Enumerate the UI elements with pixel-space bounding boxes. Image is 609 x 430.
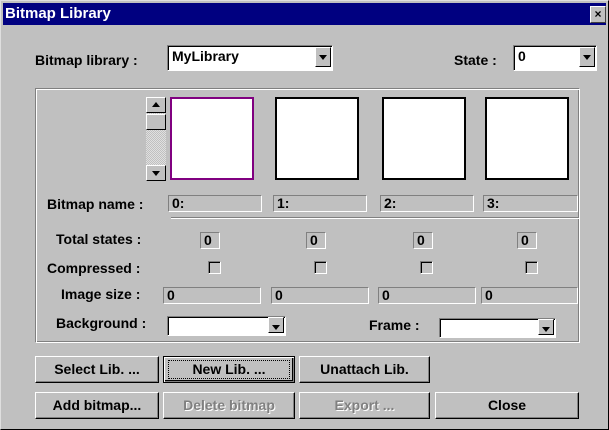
chevron-down-icon[interactable] — [538, 319, 554, 335]
scroll-up-icon[interactable] — [146, 97, 166, 113]
background-label: Background : — [56, 315, 147, 331]
bitmap-slot-3[interactable] — [485, 97, 569, 180]
bitmap-name-field-2: 2: — [380, 195, 474, 212]
compressed-checkbox-1[interactable] — [314, 261, 327, 274]
bitmap-library-value: MyLibrary — [172, 48, 239, 64]
window-title: Bitmap Library — [5, 5, 111, 22]
total-states-field-2: 0 — [413, 232, 433, 249]
total-states-field-0: 0 — [200, 232, 220, 249]
close-button[interactable]: Close — [435, 392, 579, 419]
total-states-field-1: 0 — [306, 232, 326, 249]
add-bitmap-button[interactable]: Add bitmap... — [35, 392, 159, 419]
frame-label: Frame : — [369, 317, 420, 333]
bitmap-slot-0[interactable] — [170, 97, 254, 180]
bitmap-slot-1[interactable] — [275, 97, 359, 180]
bitmap-library-label: Bitmap library : — [35, 52, 138, 68]
bitmap-name-field-1: 1: — [273, 195, 367, 212]
select-lib-button[interactable]: Select Lib. ... — [35, 356, 159, 383]
bitmap-name-label: Bitmap name : — [47, 196, 144, 212]
image-size-field-3: 0 — [481, 287, 578, 304]
bitmap-library-combo[interactable]: MyLibrary — [167, 45, 333, 71]
scroll-thumb[interactable] — [146, 114, 166, 130]
compressed-checkbox-3[interactable] — [525, 261, 538, 274]
compressed-label: Compressed : — [47, 260, 141, 276]
scroll-down-icon[interactable] — [146, 165, 166, 181]
bitmap-slot-2[interactable] — [382, 97, 466, 180]
state-combo[interactable]: 0 — [513, 45, 597, 71]
close-icon[interactable]: × — [590, 6, 606, 23]
export-button[interactable]: Export ... — [299, 392, 430, 419]
frame-color-combo[interactable] — [439, 318, 556, 338]
image-size-label: Image size : — [61, 286, 141, 302]
chevron-down-icon[interactable] — [315, 47, 331, 67]
state-value: 0 — [518, 48, 526, 64]
bitmap-library-dialog: Bitmap Library × Bitmap library : MyLibr… — [0, 0, 609, 430]
bitmap-name-field-3: 3: — [483, 195, 578, 212]
compressed-checkbox-2[interactable] — [420, 261, 433, 274]
image-size-field-2: 0 — [378, 287, 476, 304]
bitmap-scrollbar[interactable] — [146, 97, 166, 181]
bitmap-name-field-0: 0: — [168, 195, 262, 212]
unattach-lib-button[interactable]: Unattach Lib. — [299, 356, 430, 383]
image-size-field-1: 0 — [271, 287, 369, 304]
compressed-checkbox-0[interactable] — [208, 261, 221, 274]
total-states-label: Total states : — [56, 231, 142, 247]
delete-bitmap-button[interactable]: Delete bitmap — [163, 392, 295, 419]
state-label: State : — [454, 52, 497, 68]
new-lib-button[interactable]: New Lib. ... — [163, 356, 295, 383]
chevron-down-icon[interactable] — [579, 47, 595, 67]
background-color-combo[interactable] — [167, 316, 286, 336]
title-bar[interactable]: Bitmap Library × — [3, 3, 606, 25]
chevron-down-icon[interactable] — [268, 317, 284, 333]
total-states-field-3: 0 — [517, 232, 537, 249]
focus-ring — [168, 360, 290, 379]
separator — [171, 217, 579, 219]
image-size-field-0: 0 — [163, 287, 261, 304]
